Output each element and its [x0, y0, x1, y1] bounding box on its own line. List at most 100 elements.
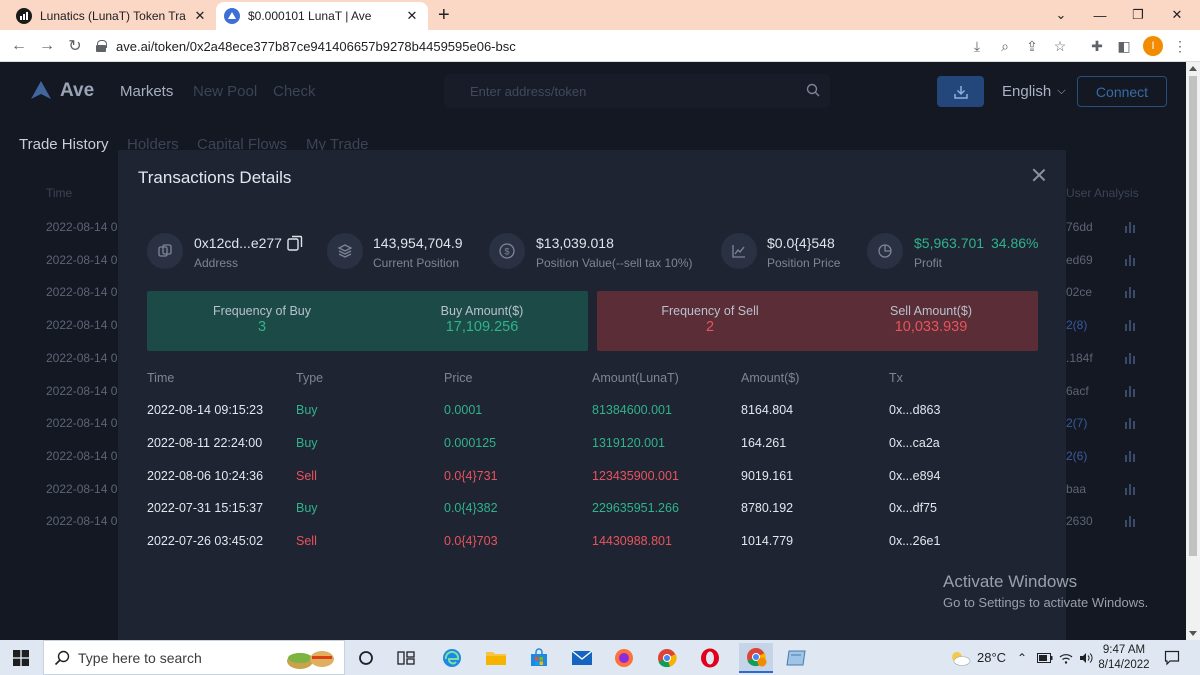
- task-view-icon[interactable]: [394, 646, 418, 670]
- bg-row-wallet[interactable]: baa: [1066, 482, 1086, 496]
- volume-icon[interactable]: [1079, 640, 1093, 675]
- tab-trade-history[interactable]: Trade History: [19, 136, 108, 153]
- bg-row-wallet[interactable]: 76dd: [1066, 220, 1093, 234]
- cell-tx[interactable]: 0x...26e1: [889, 534, 940, 548]
- chrome-icon[interactable]: [655, 646, 679, 670]
- language-selector[interactable]: English ⌵: [1002, 83, 1066, 100]
- buy-frequency-value: 3: [257, 319, 267, 335]
- scroll-thumb[interactable]: [1189, 76, 1197, 556]
- cell-type: Buy: [296, 436, 318, 450]
- cell-tx[interactable]: 0x...ca2a: [889, 436, 940, 450]
- side-panel-icon[interactable]: ◧: [1114, 36, 1134, 56]
- show-hidden-icons-chevron-icon[interactable]: ⌃: [1017, 640, 1027, 675]
- user-analysis-bar-icon[interactable]: [1124, 417, 1138, 429]
- cell-tx[interactable]: 0x...e894: [889, 469, 940, 483]
- copy-icon[interactable]: [287, 235, 303, 251]
- extensions-puzzle-icon[interactable]: ✚: [1087, 36, 1107, 56]
- bg-row-wallet[interactable]: .184f: [1066, 351, 1093, 365]
- cell-tx[interactable]: 0x...d863: [889, 403, 940, 417]
- scroll-up-icon[interactable]: [1189, 66, 1197, 71]
- bg-row-wallet[interactable]: ed69: [1066, 253, 1093, 267]
- sell-amount-value: 10,033.939: [894, 319, 968, 335]
- tab-title: Lunatics (LunaT) Token Tracker | B: [40, 9, 186, 23]
- profile-avatar[interactable]: I: [1143, 36, 1163, 56]
- connect-button[interactable]: Connect: [1077, 76, 1167, 107]
- windows-taskbar: Type here to search 28°C ⌃ 9:47 AM 8/14/…: [0, 640, 1200, 675]
- new-tab-icon[interactable]: +: [438, 4, 450, 27]
- file-explorer-icon[interactable]: [484, 646, 508, 670]
- sell-frequency-value: 2: [705, 319, 715, 335]
- system-clock[interactable]: 9:47 AM 8/14/2022: [1098, 643, 1150, 673]
- browser-menu-icon[interactable]: ⋮: [1170, 36, 1190, 56]
- battery-icon[interactable]: [1037, 640, 1053, 675]
- search-icon[interactable]: [806, 83, 820, 97]
- cell-price: 0.0{4}731: [444, 469, 498, 483]
- user-analysis-bar-icon[interactable]: [1124, 352, 1138, 364]
- window-close-icon[interactable]: ✕: [1154, 0, 1200, 30]
- scroll-down-icon[interactable]: [1189, 631, 1197, 636]
- tab-close-icon[interactable]: ✕: [404, 8, 420, 24]
- ave-logo[interactable]: Ave: [30, 80, 94, 102]
- edge-icon[interactable]: [440, 646, 464, 670]
- firefox-icon[interactable]: [612, 646, 636, 670]
- reload-icon[interactable]: ↻: [64, 35, 86, 57]
- watermark-line-1: Activate Windows: [943, 572, 1078, 591]
- user-analysis-bar-icon[interactable]: [1124, 221, 1138, 233]
- browser-tab-bscscan[interactable]: Lunatics (LunaT) Token Tracker | B ✕: [8, 2, 216, 30]
- browser-tab-ave[interactable]: $0.000101 LunaT | Ave ✕: [216, 2, 428, 30]
- forward-arrow-icon[interactable]: →: [36, 35, 58, 57]
- search-input[interactable]: [470, 74, 790, 108]
- taskbar-search-box[interactable]: Type here to search: [43, 640, 345, 675]
- bg-row-wallet[interactable]: 6acf: [1066, 384, 1089, 398]
- bg-row-wallet[interactable]: 2(8): [1066, 318, 1087, 332]
- app-window-icon[interactable]: [784, 646, 808, 670]
- user-analysis-bar-icon[interactable]: [1124, 483, 1138, 495]
- notifications-icon[interactable]: [1164, 640, 1180, 675]
- bg-row-time: 2022-08-14 0: [46, 482, 118, 496]
- bg-row-wallet[interactable]: 2(7): [1066, 416, 1087, 430]
- user-analysis-bar-icon[interactable]: [1124, 385, 1138, 397]
- user-analysis-bar-icon[interactable]: [1124, 515, 1138, 527]
- store-icon[interactable]: [527, 646, 551, 670]
- windows-start-icon[interactable]: [9, 646, 33, 670]
- cell-price: 0.0{4}703: [444, 534, 498, 548]
- user-analysis-bar-icon[interactable]: [1124, 254, 1138, 266]
- download-app-button[interactable]: [937, 76, 984, 107]
- buy-summary-card: Frequency of Buy 3 Buy Amount($) 17,109.…: [147, 291, 588, 351]
- zoom-icon[interactable]: ⌕: [995, 36, 1015, 56]
- user-analysis-bar-icon[interactable]: [1124, 450, 1138, 462]
- opera-icon[interactable]: [698, 646, 722, 670]
- bg-row-wallet[interactable]: 2(6): [1066, 449, 1087, 463]
- bscscan-favicon-icon: [16, 8, 32, 24]
- share-icon[interactable]: ⇪: [1022, 36, 1042, 56]
- bookmark-star-icon[interactable]: ☆: [1050, 36, 1070, 56]
- cell-tx[interactable]: 0x...df75: [889, 501, 937, 515]
- modal-title: Transactions Details: [138, 168, 292, 187]
- install-app-icon[interactable]: ⤓: [967, 36, 987, 56]
- mail-icon[interactable]: [570, 646, 594, 670]
- bg-row-wallet[interactable]: 02ce: [1066, 285, 1092, 299]
- user-analysis-bar-icon[interactable]: [1124, 319, 1138, 331]
- cortana-icon[interactable]: [354, 646, 378, 670]
- url-field[interactable]: ave.ai/token/0x2a48ece377b87ce941406657b…: [96, 36, 516, 56]
- wifi-icon[interactable]: [1059, 640, 1073, 675]
- cell-time: 2022-08-06 10:24:36: [147, 469, 264, 483]
- nav-new-pool[interactable]: New Pool: [193, 83, 257, 100]
- chrome-profile-icon[interactable]: [739, 643, 773, 673]
- tab-close-icon[interactable]: ✕: [192, 8, 208, 24]
- bg-row-time: 2022-08-14 0: [46, 220, 118, 234]
- cell-time: 2022-07-26 03:45:02: [147, 534, 264, 548]
- nav-markets[interactable]: Markets: [120, 83, 173, 100]
- modal-close-icon[interactable]: [1032, 168, 1046, 182]
- bg-row-wallet[interactable]: 2630: [1066, 514, 1093, 528]
- column-header-amount-usd: Amount($): [741, 371, 800, 385]
- nav-check[interactable]: Check: [273, 83, 316, 100]
- weather-widget[interactable]: 28°C: [949, 640, 1006, 675]
- back-arrow-icon[interactable]: ←: [8, 35, 30, 57]
- user-analysis-bar-icon[interactable]: [1124, 286, 1138, 298]
- cell-type: Buy: [296, 403, 318, 417]
- svg-text:$: $: [504, 247, 509, 257]
- chevron-down-icon: ⌵: [1057, 85, 1066, 97]
- cell-type: Sell: [296, 469, 317, 483]
- page-scrollbar[interactable]: [1186, 62, 1200, 640]
